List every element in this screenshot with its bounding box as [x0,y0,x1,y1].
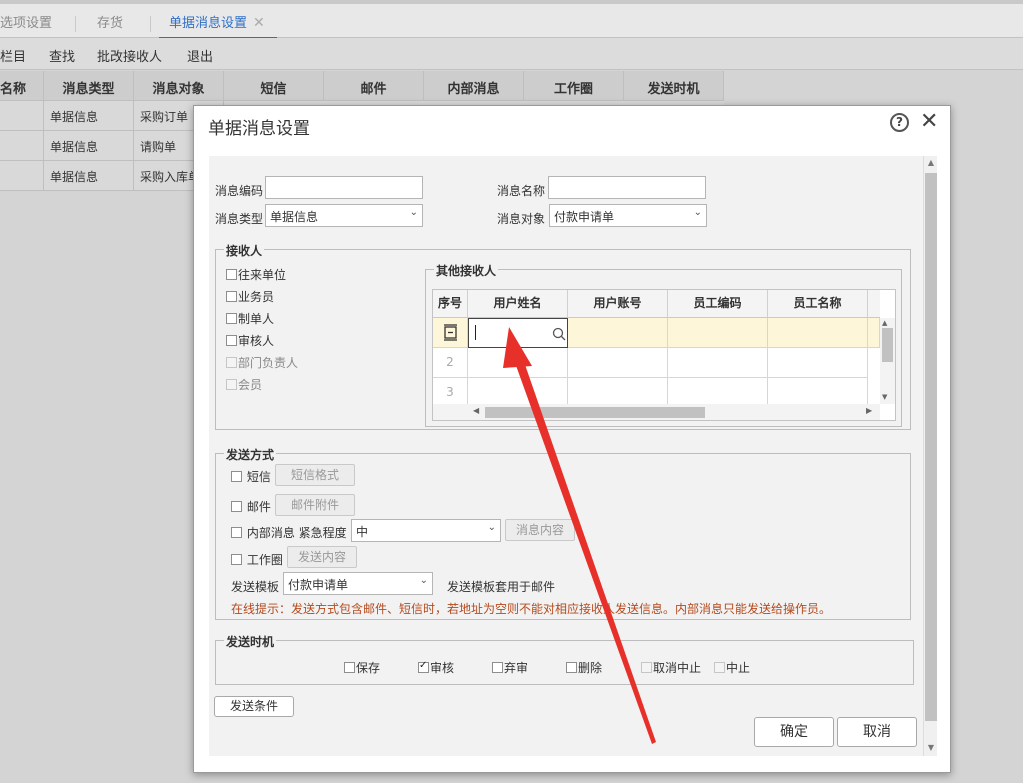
annotation-arrow [503,327,656,744]
